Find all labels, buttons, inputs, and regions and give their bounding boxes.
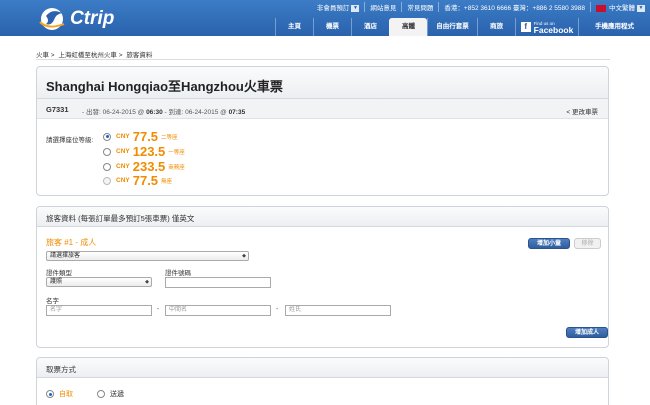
passenger-panel: 旅客資料 (每張訂單最多預訂5張車票) 僅英文 旅客 #1 - 成人 增加小童 …: [36, 206, 609, 348]
id-number-label: 證件號碼: [165, 270, 191, 277]
faq-label: 常見問題: [407, 5, 434, 12]
name-separator: -: [157, 306, 160, 313]
nav-flights[interactable]: 機票: [313, 18, 351, 36]
seat-option-first-class[interactable]: CNY 123.5 一等座: [103, 144, 185, 159]
radio-disabled-icon: [103, 176, 111, 185]
radio-selected-icon[interactable]: [46, 390, 54, 398]
radio-icon[interactable]: [103, 162, 111, 171]
breadcrumb-trains[interactable]: 火車 >: [36, 52, 55, 59]
seat-price: 77.5: [132, 173, 159, 188]
seat-option-no-seat[interactable]: CNY 77.5 無座: [103, 173, 173, 188]
passenger-section-title: 旅客資料 (每張訂單最多預訂5張車票) 僅英文: [46, 214, 195, 223]
nav-home[interactable]: 主頁: [275, 18, 313, 36]
delivery-section-title: 取票方式: [46, 365, 76, 374]
chevron-updown-icon: ◆: [145, 279, 149, 285]
id-type-label: 證件類型: [46, 270, 72, 277]
change-ticket-link[interactable]: < 更改車票: [566, 106, 598, 116]
seat-currency: CNY: [116, 177, 130, 184]
radio-icon[interactable]: [97, 390, 105, 398]
seat-class-label: 請選擇座位等級:: [46, 137, 94, 144]
delivery-options: 自取 送遞: [46, 389, 148, 399]
feedback-link[interactable]: 網站意見: [364, 2, 401, 12]
delivery-option-pickup[interactable]: 自取: [46, 389, 73, 399]
name-label: 名字: [46, 298, 59, 305]
chevron-updown-icon: ◆: [242, 253, 246, 259]
id-number-field[interactable]: [165, 277, 271, 288]
last-name-field[interactable]: 姓氏: [285, 305, 391, 316]
logo-text[interactable]: Ctrip: [70, 8, 114, 30]
facebook-link[interactable]: f Find us on Facebook: [515, 18, 578, 36]
seat-name: 無座: [161, 178, 173, 185]
breadcrumb-current: 旅客資料: [126, 52, 153, 59]
add-adult-button[interactable]: 增加成人: [566, 327, 608, 338]
nav-packages[interactable]: 自由行套票: [427, 18, 477, 36]
divider: [36, 59, 610, 60]
phone-numbers: 香港：+852 3610 6666 臺灣：+886 2 5580 3988: [438, 2, 590, 12]
top-links: 非會員預訂 ▼ 網站意見 常見問題 香港：+852 3610 6666 臺灣：+8…: [312, 0, 650, 14]
delivery-option-ship[interactable]: 送遞: [97, 389, 124, 399]
chevron-down-icon[interactable]: ▼: [351, 4, 360, 12]
page-title: Shanghai Hongqiao至Hangzhou火車票: [46, 79, 283, 94]
seat-name: 商務座: [168, 164, 185, 171]
seat-name: 二等座: [161, 134, 178, 141]
pickup-label: 自取: [59, 391, 73, 398]
phone-numbers-label: 香港：+852 3610 6666 臺灣：+886 2 5580 3988: [444, 5, 585, 12]
language-selector[interactable]: 中文繁體 ▼: [590, 2, 650, 12]
facebook-icon: f: [520, 22, 531, 32]
delivery-panel-header: [37, 358, 608, 378]
arrive-time: 07:35: [228, 109, 246, 116]
language-label: 中文繁體: [609, 5, 635, 12]
chevron-down-icon[interactable]: ▼: [637, 4, 645, 12]
id-type-value: 護照: [50, 279, 63, 285]
seat-price: 233.5: [132, 159, 166, 174]
passenger-heading: 旅客 #1 - 成人: [46, 238, 97, 247]
facebook-text: Find us on Facebook: [534, 20, 574, 34]
id-type-dropdown[interactable]: 護照 ◆: [46, 277, 152, 287]
remove-button[interactable]: 移除: [574, 238, 601, 249]
faq-link[interactable]: 常見問題: [401, 2, 438, 12]
main-nav: 主頁 機票 酒店 高鐵 自由行套票 商旅 f Find us on Facebo…: [275, 18, 650, 36]
seat-currency: CNY: [116, 163, 130, 170]
first-name-field[interactable]: 名字: [46, 305, 152, 316]
breadcrumb: 火車 > 上海虹橋至杭州火車 > 旅客資料: [36, 49, 154, 59]
trip-panel: Shanghai Hongqiao至Hangzhou火車票 G7331 - 出發…: [36, 66, 609, 196]
seat-name: 一等座: [168, 149, 185, 156]
nav-trains[interactable]: 高鐵: [389, 18, 427, 36]
arrive-prefix: - 到達: 06-24-2015 @: [164, 109, 227, 116]
seat-currency: CNY: [116, 133, 130, 140]
depart-time: 06:30: [146, 109, 163, 116]
breadcrumb-route[interactable]: 上海虹橋至杭州火車 >: [58, 52, 122, 59]
middle-name-field[interactable]: 中間名: [165, 305, 271, 316]
nav-hotels[interactable]: 酒店: [351, 18, 389, 36]
member-booking-link[interactable]: 非會員預訂 ▼: [312, 2, 365, 12]
seat-option-business-class[interactable]: CNY 233.5 商務座: [103, 159, 185, 174]
seat-option-second-class[interactable]: CNY 77.5 二等座: [103, 129, 178, 144]
language-flag-icon: [596, 4, 606, 12]
add-child-button[interactable]: 增加小童: [528, 238, 570, 249]
seat-price: 77.5: [132, 129, 159, 144]
member-booking-label: 非會員預訂: [316, 5, 350, 12]
nav-business[interactable]: 商旅: [477, 18, 515, 36]
seat-currency: CNY: [116, 148, 130, 155]
train-schedule: - 出發: 06-24-2015 @ 06:30 - 到達: 06-24-201…: [82, 106, 245, 116]
select-passenger-value: 請選擇旅客: [50, 253, 81, 259]
delivery-panel: 取票方式 自取 送遞: [36, 357, 609, 405]
name-separator: -: [276, 306, 279, 313]
radio-selected-icon[interactable]: [103, 132, 111, 141]
radio-icon[interactable]: [103, 147, 111, 156]
depart-prefix: - 出發: 06-24-2015 @: [82, 109, 145, 116]
site-header: Ctrip 非會員預訂 ▼ 網站意見 常見問題 香港：+852 3610 6666…: [0, 0, 650, 36]
nav-mobile-app[interactable]: 手機應用程式: [578, 18, 650, 36]
feedback-label: 網站意見: [370, 5, 397, 12]
train-info-bar: G7331 - 出發: 06-24-2015 @ 06:30 - 到達: 06-…: [37, 99, 608, 119]
ship-label: 送遞: [110, 391, 124, 398]
facebook-big-label: Facebook: [533, 25, 574, 35]
select-passenger-dropdown[interactable]: 請選擇旅客 ◆: [46, 251, 249, 261]
seat-price: 123.5: [132, 144, 166, 159]
train-number: G7331: [46, 105, 69, 114]
